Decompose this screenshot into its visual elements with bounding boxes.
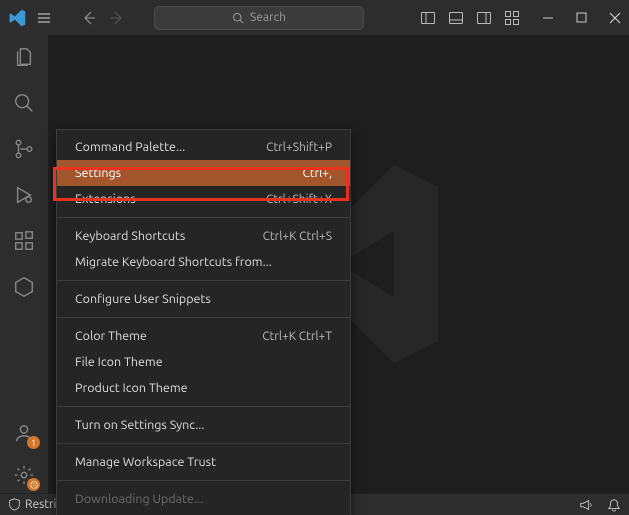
menu-item[interactable]: Command Palette... Ctrl+Shift+P	[57, 134, 350, 160]
accounts-badge: 1	[27, 436, 40, 449]
menu-item[interactable]: Product Icon Theme	[57, 375, 350, 401]
vscode-logo-icon	[8, 9, 26, 27]
menu-separator	[57, 406, 350, 407]
manage-gear-icon[interactable]	[12, 463, 36, 487]
menu-item-label: Downloading Update...	[75, 492, 203, 506]
menu-item-shortcut: Ctrl+,	[303, 167, 332, 180]
bell-icon	[607, 498, 621, 512]
shield-icon	[8, 498, 21, 511]
toggle-primary-sidebar-icon[interactable]	[420, 10, 436, 26]
menu-separator	[57, 217, 350, 218]
title-bar-left: Search	[8, 6, 364, 30]
status-feedback[interactable]	[579, 498, 593, 512]
menu-item-shortcut: Ctrl+Shift+X	[266, 193, 332, 206]
menu-item-shortcut: Ctrl+K Ctrl+T	[262, 330, 332, 343]
manage-menu: Command Palette... Ctrl+Shift+P Settings Ct…	[56, 129, 351, 515]
maximize-icon[interactable]	[576, 12, 587, 23]
menu-separator	[57, 480, 350, 481]
menu-item-label: Manage Workspace Trust	[75, 455, 216, 469]
search-placeholder: Search	[250, 11, 286, 24]
window-controls	[542, 12, 621, 24]
toggle-secondary-sidebar-icon[interactable]	[476, 10, 492, 26]
command-center-search[interactable]: Search	[154, 6, 364, 30]
menu-item[interactable]: Configure User Snippets	[57, 286, 350, 312]
nav-forward-icon[interactable]	[110, 10, 126, 26]
menu-item-label: Keyboard Shortcuts	[75, 229, 185, 243]
accounts-icon[interactable]: 1	[12, 421, 36, 445]
tabnine-icon[interactable]	[12, 275, 36, 299]
title-bar: Search	[0, 0, 629, 35]
menu-item[interactable]: Color Theme Ctrl+K Ctrl+T	[57, 323, 350, 349]
customize-layout-icon[interactable]	[504, 10, 520, 26]
toggle-panel-icon[interactable]	[448, 10, 464, 26]
menu-item-shortcut: Ctrl+Shift+P	[266, 141, 332, 154]
activity-bar: 1	[0, 35, 48, 493]
nav-back-icon[interactable]	[80, 10, 96, 26]
source-control-icon[interactable]	[12, 137, 36, 161]
minimize-icon[interactable]	[542, 12, 554, 24]
menu-item[interactable]: Turn on Settings Sync...	[57, 412, 350, 438]
menu-separator	[57, 443, 350, 444]
menu-separator	[57, 317, 350, 318]
extensions-icon[interactable]	[12, 229, 36, 253]
search-icon	[232, 12, 244, 24]
menu-item-label: Product Icon Theme	[75, 381, 188, 395]
close-icon[interactable]	[609, 12, 621, 24]
menu-item[interactable]: Keyboard Shortcuts Ctrl+K Ctrl+S	[57, 223, 350, 249]
menu-item-label: Color Theme	[75, 329, 147, 343]
menu-item-shortcut: Ctrl+K Ctrl+S	[263, 230, 332, 243]
menu-item: Downloading Update...	[57, 486, 350, 512]
menu-item[interactable]: Settings Ctrl+,	[57, 160, 350, 186]
menu-item-label: Configure User Snippets	[75, 292, 211, 306]
manage-update-badge	[27, 478, 40, 491]
menu-item-label: Migrate Keyboard Shortcuts from...	[75, 255, 272, 269]
menu-separator	[57, 280, 350, 281]
menu-item-label: Extensions	[75, 192, 136, 206]
menu-item-label: Settings	[75, 166, 121, 180]
menu-item[interactable]: Extensions Ctrl+Shift+X	[57, 186, 350, 212]
menu-item[interactable]: Migrate Keyboard Shortcuts from...	[57, 249, 350, 275]
search-icon[interactable]	[12, 91, 36, 115]
menu-item-label: Turn on Settings Sync...	[75, 418, 204, 432]
status-notifications[interactable]	[607, 498, 621, 512]
menu-item-label: Command Palette...	[75, 140, 185, 154]
menu-item[interactable]: File Icon Theme	[57, 349, 350, 375]
explorer-icon[interactable]	[12, 45, 36, 69]
menu-item-label: File Icon Theme	[75, 355, 163, 369]
menu-item[interactable]: Manage Workspace Trust	[57, 449, 350, 475]
megaphone-icon	[579, 498, 593, 512]
layout-controls	[420, 10, 520, 26]
workbench-body: 1 Command Palette... Ctrl+Shift+P Settings…	[0, 35, 629, 493]
app-menu-icon[interactable]	[36, 10, 52, 26]
nav-arrows	[80, 10, 126, 26]
run-debug-icon[interactable]	[12, 183, 36, 207]
